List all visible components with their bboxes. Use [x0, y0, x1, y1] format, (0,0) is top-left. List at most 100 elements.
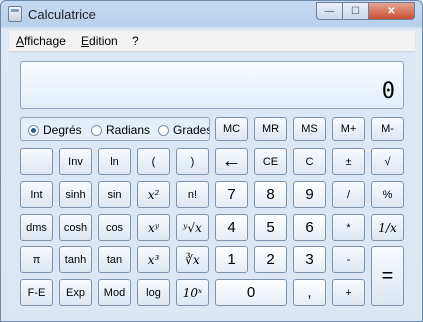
factorial-key[interactable]: n!	[176, 181, 209, 208]
cos-key[interactable]: cos	[98, 214, 131, 241]
sqrt-key-label: √	[384, 155, 391, 168]
backspace-key[interactable]: ←	[215, 148, 248, 175]
decimal-key[interactable]: ,	[293, 279, 326, 306]
close-paren-key-label: )	[190, 155, 195, 168]
fe-key[interactable]: F-E	[20, 279, 53, 306]
menu-bar: Affichage Edition ?	[9, 31, 415, 52]
exp-key-label: Exp	[66, 286, 85, 299]
tanh-key[interactable]: tanh	[59, 246, 92, 273]
clear-entry-key[interactable]: CE	[254, 148, 287, 175]
reciprocal-key[interactable]: 1/x	[371, 214, 404, 241]
radio-degres[interactable]: Degrés	[28, 123, 82, 137]
subtract-key[interactable]: -	[332, 246, 365, 273]
digit-7-key-label: 7	[227, 186, 236, 203]
memory-mminus-key[interactable]: M-	[371, 117, 404, 141]
memory-mminus-key-label: M-	[381, 123, 394, 135]
radio-radians[interactable]: Radians	[91, 123, 150, 137]
digit-2-key[interactable]: 2	[254, 246, 287, 273]
digit-1-key[interactable]: 1	[215, 246, 248, 273]
window-title: Calculatrice	[28, 7, 96, 22]
add-key[interactable]: +	[332, 279, 365, 306]
cuberoot-key[interactable]: ∛x	[176, 246, 209, 273]
digit-3-key[interactable]: 3	[293, 246, 326, 273]
clear-key[interactable]: C	[293, 148, 326, 175]
window-controls: — ☐ ✕	[316, 2, 415, 20]
pow10-key-label: 10ˣ	[182, 285, 203, 300]
mod-key[interactable]: Mod	[98, 279, 131, 306]
int-key[interactable]: Int	[20, 181, 53, 208]
close-paren-key[interactable]: )	[176, 148, 209, 175]
sinh-key-label: sinh	[65, 188, 86, 201]
multiply-key[interactable]: *	[332, 214, 365, 241]
open-paren-key[interactable]: (	[137, 148, 170, 175]
memory-mplus-key[interactable]: M+	[332, 117, 365, 141]
radio-grades-label: Grades	[173, 123, 210, 137]
ln-key[interactable]: ln	[98, 148, 131, 175]
digit-6-key[interactable]: 6	[293, 214, 326, 241]
radio-grades-dot	[158, 124, 169, 136]
sin-key-label: sin	[107, 188, 122, 201]
factorial-key-label: n!	[187, 188, 198, 201]
log-key-label: log	[146, 286, 161, 299]
cube-key-label: x³	[147, 252, 160, 267]
equals-key[interactable]: =	[371, 246, 404, 306]
inv-key[interactable]: Inv	[59, 148, 92, 175]
exp-key[interactable]: Exp	[59, 279, 92, 306]
yroot-key-label: ʸ√x	[183, 220, 202, 235]
divide-key[interactable]: /	[332, 181, 365, 208]
radio-radians-label: Radians	[106, 123, 151, 137]
square-key[interactable]: x²	[137, 181, 170, 208]
dms-key[interactable]: dms	[20, 214, 53, 241]
open-paren-key-label: (	[151, 155, 156, 168]
menu-help[interactable]: ?	[132, 34, 139, 48]
digit-2-key-label: 2	[266, 251, 275, 268]
digit-5-key[interactable]: 5	[254, 214, 287, 241]
digit-0-key-label: 0	[246, 284, 256, 301]
divide-key-label: /	[346, 188, 351, 201]
title-bar[interactable]: Calculatrice — ☐ ✕	[1, 1, 422, 29]
digit-4-key[interactable]: 4	[215, 214, 248, 241]
menu-edition[interactable]: Edition	[81, 34, 118, 48]
memory-ms-key[interactable]: MS	[293, 117, 326, 141]
sinh-key[interactable]: sinh	[59, 181, 92, 208]
sqrt-key[interactable]: √	[371, 148, 404, 175]
tan-key[interactable]: tan	[98, 246, 131, 273]
percent-key[interactable]: %	[371, 181, 404, 208]
cosh-key[interactable]: cosh	[59, 214, 92, 241]
radio-degres-label: Degrés	[43, 123, 82, 137]
cuberoot-key-label: ∛x	[185, 252, 200, 267]
ln-key-label: ln	[110, 155, 119, 168]
cube-key[interactable]: x³	[137, 246, 170, 273]
calculator-window: Calculatrice — ☐ ✕ Affichage Edition ? 0…	[0, 0, 423, 322]
memory-mr-key[interactable]: MR	[254, 117, 287, 141]
pi-key[interactable]: π	[20, 246, 53, 273]
radio-radians-dot	[91, 124, 102, 136]
int-key-label: Int	[30, 188, 43, 201]
cos-key-label: cos	[105, 221, 124, 234]
sin-key[interactable]: sin	[98, 181, 131, 208]
menu-affichage[interactable]: Affichage	[16, 34, 66, 48]
subtract-key-label: -	[346, 253, 351, 266]
radio-grades[interactable]: Grades	[158, 123, 210, 137]
digit-0-key[interactable]: 0	[215, 279, 287, 306]
yroot-key[interactable]: ʸ√x	[176, 214, 209, 241]
result-display: 0	[20, 61, 404, 109]
minimize-icon: —	[324, 5, 335, 17]
maximize-button[interactable]: ☐	[343, 2, 369, 20]
equals-key-label: =	[381, 264, 394, 287]
minimize-button[interactable]: —	[316, 2, 343, 20]
digit-8-key[interactable]: 8	[254, 181, 287, 208]
backspace-key-label: ←	[221, 150, 242, 172]
close-button[interactable]: ✕	[369, 2, 415, 20]
tan-key-label: tan	[106, 253, 123, 266]
digit-9-key[interactable]: 9	[293, 181, 326, 208]
pow10-key[interactable]: 10ˣ	[176, 279, 209, 306]
log-key[interactable]: log	[137, 279, 170, 306]
memory-mc-key[interactable]: MC	[215, 117, 248, 141]
angle-mode-group: Degrés Radians Grades	[20, 117, 210, 141]
power-key[interactable]: xʸ	[137, 214, 170, 241]
digit-7-key[interactable]: 7	[215, 181, 248, 208]
radio-degres-dot	[28, 124, 39, 136]
negate-key[interactable]: ±	[332, 148, 365, 175]
blank-key[interactable]	[20, 148, 53, 175]
